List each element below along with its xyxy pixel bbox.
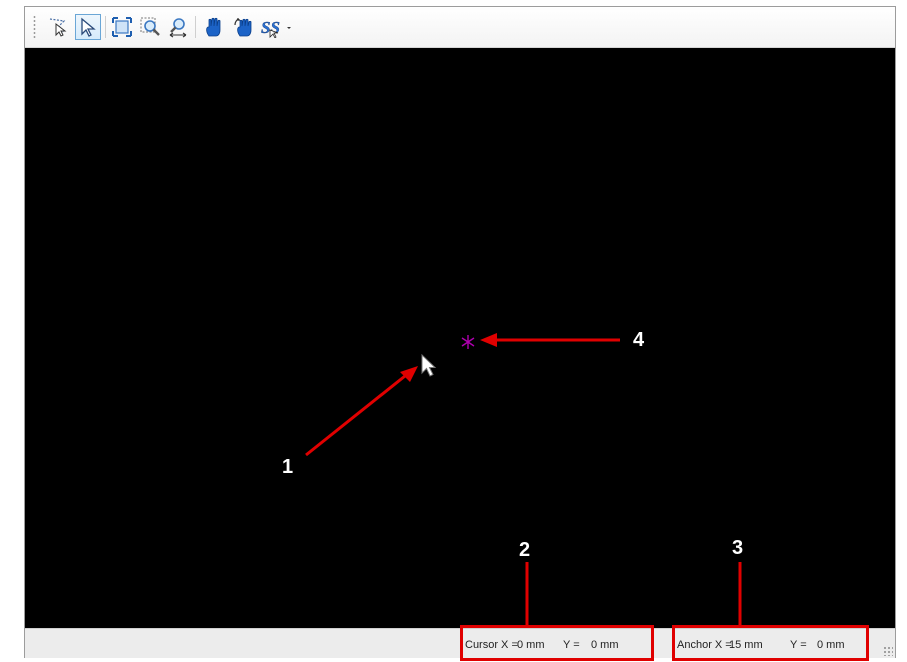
toolbar-separator (105, 16, 106, 38)
snap-dropdown-icon[interactable]: SS (259, 14, 295, 40)
viewer-window: SS Cursor X = 0 mm Y = 0 mm Anchor X = 1… (24, 6, 896, 658)
callout-label-2: 2 (519, 539, 531, 561)
zoom-window-icon[interactable] (137, 14, 163, 40)
drawing-canvas[interactable] (25, 48, 895, 628)
mouse-cursor-icon (421, 354, 437, 377)
rotate-hand-icon[interactable] (231, 14, 257, 40)
toolbar-grip[interactable] (33, 15, 36, 39)
anchor-marker-icon (461, 335, 475, 349)
callout-label-4: 4 (633, 329, 645, 351)
callout-box-anchor (672, 625, 869, 661)
callout-label-1: 1 (282, 456, 294, 478)
pan-hand-icon[interactable] (201, 14, 227, 40)
callout-box-cursor (460, 625, 654, 661)
resize-grip[interactable] (883, 646, 893, 656)
zoom-fit-icon[interactable] (109, 14, 135, 40)
zoom-pan-icon[interactable] (165, 14, 191, 40)
pointer-select-icon[interactable] (75, 14, 101, 40)
toolbar: SS (25, 7, 895, 48)
lasso-select-icon[interactable] (45, 14, 71, 40)
toolbar-separator (195, 16, 196, 38)
callout-label-3: 3 (732, 537, 744, 559)
